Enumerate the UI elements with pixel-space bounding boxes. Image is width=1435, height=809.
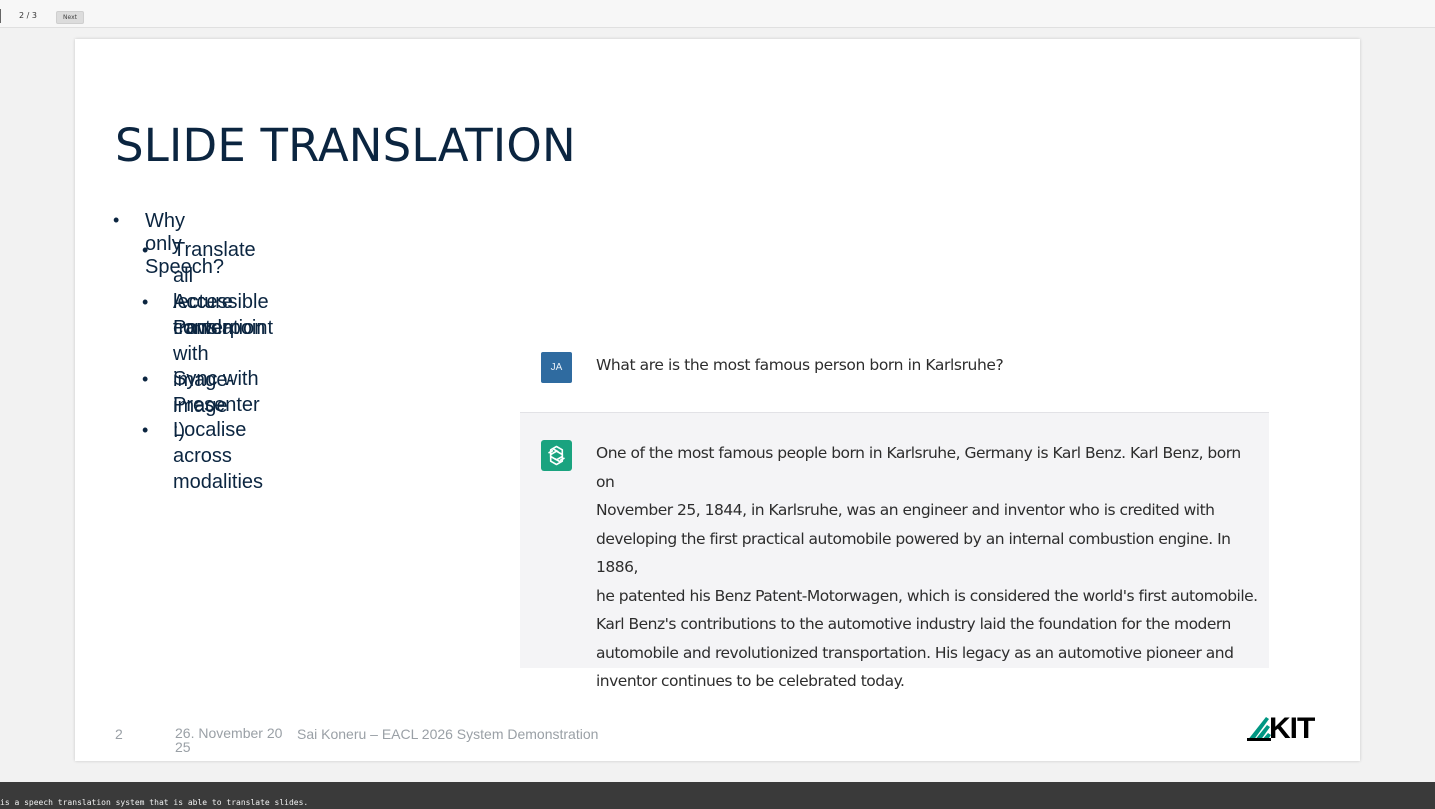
next-button[interactable]: Next — [56, 11, 84, 24]
bullet-dot: • — [142, 369, 149, 389]
assistant-line: automobile and revolutionized transporta… — [596, 643, 1234, 662]
sub-bullet: Localise across modalities — [173, 419, 264, 493]
kit-logo-text: KIT — [1269, 712, 1315, 745]
bullet-dot: • — [142, 292, 149, 312]
chat-user-message: JA What are is the most famous person bo… — [520, 339, 1269, 413]
footer-date: 26. November 20 25 — [175, 725, 283, 755]
kit-logo: KIT — [1247, 712, 1323, 745]
user-avatar: JA — [541, 352, 572, 383]
footer-author: Sai Koneru – EACL 2026 System Demonstrat… — [297, 726, 599, 742]
bullet-dot: • — [113, 210, 120, 230]
assistant-line: he patented his Benz Patent-Motorwagen, … — [596, 586, 1258, 605]
footer-page-number: 2 — [115, 726, 123, 742]
toolbar-divider — [0, 9, 1, 23]
assistant-line: inventor continues to be celebrated toda… — [596, 672, 905, 690]
chat-assistant-message: One of the most famous people born in Ka… — [520, 412, 1269, 690]
caption-text: is a speech translation system that is a… — [0, 798, 309, 807]
bullet-dot: • — [142, 420, 149, 440]
assistant-line: November 25, 1844, in Karlsruhe, was an … — [596, 501, 1215, 519]
kit-logo-mark-icon — [1247, 717, 1271, 741]
assistant-line: developing the first practical automobil… — [596, 529, 1231, 577]
chatgpt-logo-icon — [541, 440, 572, 471]
viewer-toolbar: 2 / 3 Next — [0, 0, 1435, 28]
page-indicator: 2 / 3 — [19, 11, 37, 20]
assistant-message-text: One of the most famous people born in Ka… — [596, 439, 1262, 696]
slide-title: SLIDE TRANSLATION — [115, 119, 576, 172]
assistant-line: One of the most famous people born in Ka… — [596, 444, 1241, 491]
user-message-text: What are is the most famous person born … — [596, 356, 1004, 374]
slide: SLIDE TRANSLATION • Why only Speech? • T… — [75, 39, 1360, 761]
bullet-dot: • — [142, 240, 149, 260]
assistant-line: Karl Benz's contributions to the automot… — [596, 615, 1231, 633]
caption-bar: is a speech translation system that is a… — [0, 782, 1435, 809]
sub-bullet-continuation: translation — [173, 317, 266, 339]
